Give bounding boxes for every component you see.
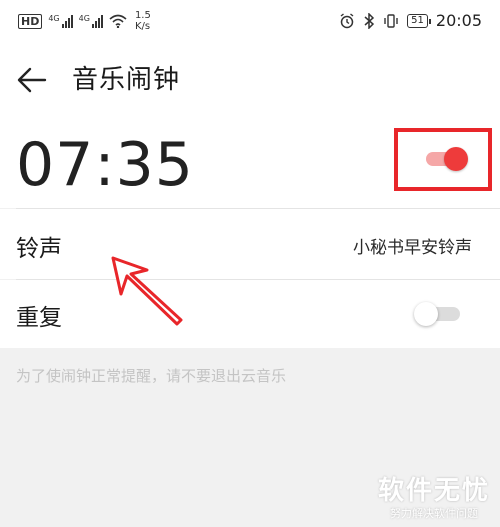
status-time: 20:05	[435, 11, 482, 30]
status-left: HD 4G 4G 1.5 K/s	[18, 10, 151, 32]
watermark-sub: 努力解决软件问题	[390, 507, 478, 520]
repeat-label: 重复	[16, 305, 62, 331]
watermark: 软件无忧 努力解决软件问题	[376, 475, 492, 521]
net-speed: 1.5 K/s	[134, 10, 151, 32]
bluetooth-icon	[364, 12, 375, 29]
arrow-left-icon[interactable]	[14, 62, 50, 98]
toggle-knob	[414, 302, 438, 326]
signal-icon: 4G	[48, 14, 73, 28]
ringtone-value: 小秘书早安铃声	[353, 238, 472, 258]
alarm-icon	[340, 12, 354, 28]
alarm-time[interactable]: 07:35	[16, 130, 194, 200]
toggle-knob	[444, 147, 468, 171]
battery-icon: 51	[407, 13, 431, 28]
ringtone-row[interactable]: 铃声 小秘书早安铃声	[0, 209, 500, 279]
page-title: 音乐闹钟	[72, 65, 181, 95]
watermark-main: 软件无忧	[377, 476, 490, 506]
hint-text: 为了使闹钟正常提醒，请不要退出云音乐	[16, 367, 287, 385]
status-right: 51 20:05	[339, 11, 482, 30]
status-bar: HD 4G 4G 1.5 K/s 51 20:05	[0, 0, 500, 40]
wifi-icon	[109, 14, 127, 28]
ringtone-label: 铃声	[16, 236, 62, 262]
alarm-time-row[interactable]: 07:35	[0, 120, 500, 208]
app-bar: 音乐闹钟	[0, 40, 500, 120]
hd-icon: HD	[18, 13, 43, 29]
repeat-row[interactable]: 重复	[0, 280, 500, 348]
vibrate-icon	[384, 13, 398, 28]
alarm-enable-toggle[interactable]	[426, 147, 468, 171]
repeat-toggle[interactable]	[414, 302, 460, 326]
signal-icon: 4G	[79, 14, 103, 28]
annotation-arrow-icon	[111, 256, 183, 326]
